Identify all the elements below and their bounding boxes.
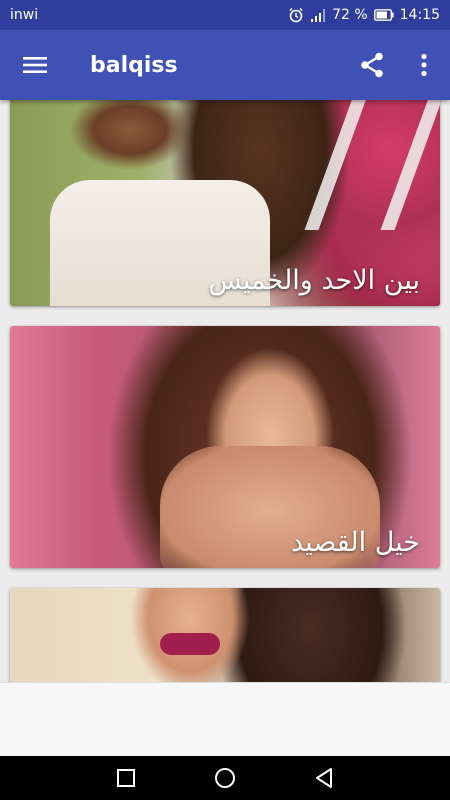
back-button[interactable] <box>314 767 334 789</box>
song-card[interactable]: خيل القصيد <box>10 326 440 568</box>
song-card[interactable]: بين الاحد والخميس <box>10 100 440 306</box>
app-title: balqiss <box>90 52 178 78</box>
song-title: بين الاحد والخميس <box>208 265 420 296</box>
battery-level: 72 % <box>332 7 368 23</box>
card-photo <box>10 588 440 682</box>
recents-square-icon <box>117 769 135 787</box>
carrier-name: inwi <box>10 7 39 23</box>
hamburger-menu-icon <box>23 57 47 73</box>
alarm-icon <box>288 7 304 23</box>
card-list[interactable]: بين الاحد والخميس خيل القصيد <box>0 100 450 682</box>
status-icons: 72 % 14:15 <box>288 7 440 23</box>
more-options-button[interactable] <box>398 30 450 100</box>
battery-icon <box>373 9 394 21</box>
more-vert-icon <box>421 53 427 77</box>
app-bar: balqiss <box>0 30 450 100</box>
song-title: خيل القصيد <box>291 527 420 558</box>
bottom-panel <box>0 682 450 756</box>
share-button[interactable] <box>346 30 398 100</box>
signal-icon <box>310 7 326 23</box>
home-button[interactable] <box>214 767 236 789</box>
recents-button[interactable] <box>116 768 136 788</box>
song-card[interactable] <box>10 588 440 682</box>
share-icon <box>361 52 383 78</box>
system-navigation-bar <box>0 756 450 800</box>
status-bar: inwi 72 % 14:15 <box>0 0 450 30</box>
clock: 14:15 <box>399 7 440 23</box>
home-circle-icon <box>215 768 235 788</box>
back-triangle-icon <box>316 768 332 788</box>
hamburger-menu-button[interactable] <box>0 30 70 100</box>
